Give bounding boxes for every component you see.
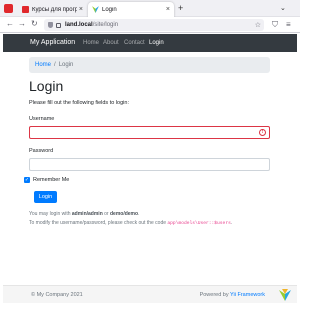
tracking-shield-icon[interactable] bbox=[48, 22, 53, 28]
url-host: land.local bbox=[65, 22, 93, 28]
nav-link-about[interactable]: About bbox=[103, 40, 119, 46]
browser-toolbar: ← → ↻ land.local /site/login ☆ ⛉ ≡ bbox=[0, 17, 300, 33]
footer-copyright: © My Company 2021 bbox=[31, 292, 83, 298]
yii-framework-link[interactable]: Yii Framework bbox=[230, 292, 265, 298]
yii-logo-icon bbox=[279, 289, 291, 301]
browser-tab-login[interactable]: Login × bbox=[88, 2, 174, 17]
breadcrumb-separator: / bbox=[54, 62, 56, 68]
page-title: Login bbox=[29, 78, 64, 94]
hint-text: You may login with bbox=[29, 211, 72, 217]
nav-link-home[interactable]: Home bbox=[83, 40, 99, 46]
tab-label: Login bbox=[102, 6, 117, 13]
page-footer: © My Company 2021 Powered by Yii Framewo… bbox=[3, 285, 297, 303]
reload-button[interactable]: ↻ bbox=[31, 19, 38, 28]
yii-favicon-icon bbox=[92, 6, 99, 13]
breadcrumb-home-link[interactable]: Home bbox=[35, 62, 51, 68]
tab-close-icon[interactable]: × bbox=[79, 6, 83, 13]
breadcrumb: Home / Login bbox=[29, 57, 270, 73]
username-label: Username bbox=[29, 116, 55, 122]
tab-favicon-icon bbox=[22, 6, 29, 13]
url-path: /site/login bbox=[92, 22, 119, 28]
powered-by-text: Powered by bbox=[199, 292, 231, 298]
error-icon: ! bbox=[259, 129, 266, 136]
modify-hint: To modify the username/password, please … bbox=[29, 220, 232, 226]
hint-text: . bbox=[138, 211, 140, 217]
tab-close-icon[interactable]: × bbox=[166, 6, 170, 13]
address-bar[interactable]: land.local /site/login ☆ bbox=[44, 19, 264, 31]
site-info-icon[interactable] bbox=[56, 22, 61, 28]
remember-me-checkbox[interactable]: ✓ bbox=[24, 177, 30, 183]
login-hint: You may login with admin/admin or demo/d… bbox=[29, 211, 139, 217]
hint-code: app\models\User::$users bbox=[167, 221, 231, 226]
password-input[interactable] bbox=[29, 158, 270, 171]
app-navbar: My Application Home About Contact Login bbox=[3, 34, 297, 52]
nav-link-contact[interactable]: Contact bbox=[124, 40, 145, 46]
hint-text: . bbox=[230, 220, 233, 226]
tab-list-chevron-icon[interactable]: ⌄ bbox=[280, 4, 286, 12]
back-button[interactable]: ← bbox=[6, 19, 14, 28]
nav-link-login[interactable]: Login bbox=[149, 40, 164, 46]
hint-credentials-demo: demo/demo bbox=[109, 211, 139, 217]
pocket-icon[interactable]: ⛉ bbox=[272, 20, 278, 30]
browser-tab-courses[interactable]: Курсы для программи… × bbox=[18, 2, 87, 17]
brand-link[interactable]: My Application bbox=[30, 39, 75, 46]
forward-button[interactable]: → bbox=[18, 19, 26, 28]
hamburger-menu-icon[interactable]: ≡ bbox=[286, 20, 291, 29]
password-label: Password bbox=[29, 148, 54, 154]
login-button[interactable]: Login bbox=[34, 191, 57, 203]
new-tab-button[interactable]: + bbox=[178, 3, 183, 13]
page-intro: Please fill out the following fields to … bbox=[29, 100, 129, 106]
hint-text: or bbox=[102, 211, 110, 217]
remember-me[interactable]: ✓ Remember Me bbox=[24, 177, 69, 183]
username-input[interactable]: ! bbox=[29, 126, 270, 139]
hint-credentials-admin: admin/admin bbox=[71, 211, 103, 217]
breadcrumb-current: Login bbox=[58, 62, 74, 68]
browser-menu-icon[interactable] bbox=[4, 4, 13, 13]
footer-powered-by: Powered by Yii Framework bbox=[200, 292, 265, 298]
hint-text: To modify the username/password, please … bbox=[29, 220, 168, 226]
bookmark-star-icon[interactable]: ☆ bbox=[255, 21, 261, 29]
remember-me-label: Remember Me bbox=[33, 177, 70, 183]
tab-label: Курсы для программи… bbox=[32, 6, 77, 13]
browser-tab-bar: Курсы для программи… × Login × + ⌄ bbox=[0, 0, 300, 17]
